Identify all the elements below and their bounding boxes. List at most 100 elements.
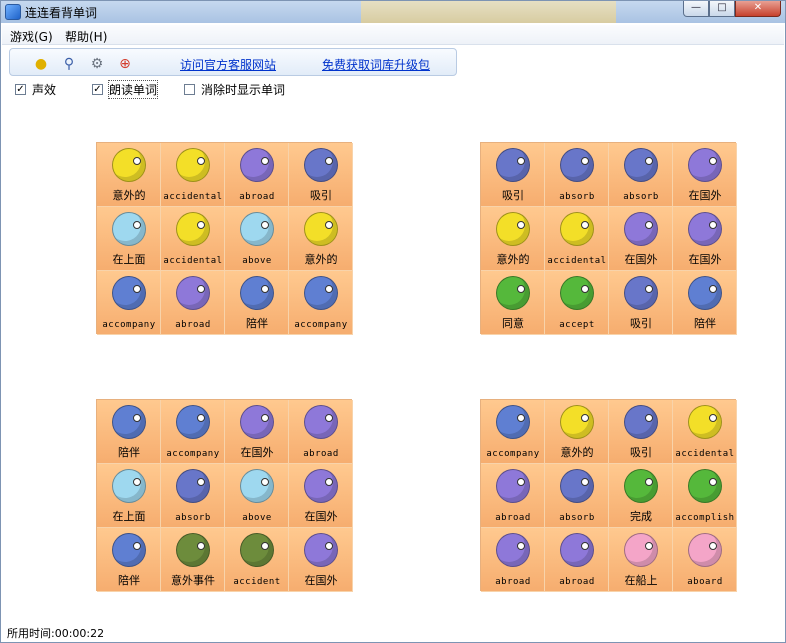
- read-words-checkbox[interactable]: ✓: [92, 83, 103, 95]
- whale-creature-icon: [624, 276, 658, 310]
- word-tile[interactable]: 在国外: [609, 207, 673, 271]
- bubble-creature-icon: [240, 469, 274, 503]
- word-tile[interactable]: absorb: [545, 143, 609, 207]
- word-tile[interactable]: accompany: [481, 400, 545, 464]
- game-board-top-left: 意外的 accidental abroad 吸引 在上面 accidental above 意…: [96, 142, 353, 335]
- official-support-site-link[interactable]: 访问官方客服网站: [180, 56, 276, 73]
- word-tile[interactable]: 在上面: [97, 207, 161, 271]
- word-tile[interactable]: 陪伴: [673, 271, 737, 335]
- word-tile[interactable]: absorb: [609, 143, 673, 207]
- word-tile[interactable]: 陪伴: [225, 271, 289, 335]
- search-icon[interactable]: ⚲: [60, 55, 78, 73]
- tile-word-label: 陪伴: [246, 317, 268, 330]
- blue-creature-icon: [112, 405, 146, 439]
- word-tile[interactable]: aboard: [673, 528, 737, 592]
- tile-word-label: 完成: [630, 510, 652, 523]
- settings-gear-icon[interactable]: ⚙: [88, 55, 106, 73]
- show-word-checkbox[interactable]: [184, 83, 195, 95]
- tile-word-label: 意外的: [304, 253, 338, 266]
- word-tile[interactable]: 在上面: [97, 464, 161, 528]
- word-tile[interactable]: 在国外: [673, 207, 737, 271]
- green-creature-icon: [624, 469, 658, 503]
- app-icon: [5, 4, 21, 20]
- yellow-creature-icon: [496, 212, 530, 246]
- word-tile[interactable]: accidental: [161, 143, 225, 207]
- option-show-word-on-clear[interactable]: 消除时显示单词: [184, 81, 285, 97]
- hint-bulb-icon[interactable]: ●: [32, 55, 50, 73]
- blue-creature-icon: [176, 405, 210, 439]
- word-tile[interactable]: 在国外: [289, 528, 353, 592]
- word-tile[interactable]: 在船上: [609, 528, 673, 592]
- tile-word-label: 意外的: [112, 189, 146, 202]
- word-tile[interactable]: abroad: [289, 400, 353, 464]
- green-creature-icon: [688, 469, 722, 503]
- word-tile[interactable]: 陪伴: [97, 400, 161, 464]
- word-tile[interactable]: absorb: [545, 464, 609, 528]
- tile-word-label: 在国外: [688, 253, 722, 266]
- word-tile[interactable]: abroad: [481, 464, 545, 528]
- word-tile[interactable]: 意外的: [481, 207, 545, 271]
- word-tile[interactable]: 在国外: [673, 143, 737, 207]
- word-tile[interactable]: 意外的: [97, 143, 161, 207]
- app-window: 连连看背单词 — □ ✕ 游戏(G) 帮助(H) ● ⚲ ⚙ ⊕ 访问官方客服网…: [0, 0, 786, 643]
- word-tile[interactable]: accidental: [161, 207, 225, 271]
- word-tile[interactable]: 意外的: [289, 207, 353, 271]
- tile-word-label: accompany: [294, 320, 348, 330]
- word-tile[interactable]: 吸引: [609, 271, 673, 335]
- word-tile[interactable]: accidental: [673, 400, 737, 464]
- green-creature-icon: [560, 276, 594, 310]
- game-board-bottom-right: accompany 意外的 吸引 accidental abroad absorb 完成 ac…: [480, 399, 737, 592]
- word-tile[interactable]: abroad: [481, 528, 545, 592]
- word-tile[interactable]: above: [225, 464, 289, 528]
- title-bar[interactable]: 连连看背单词 — □ ✕: [1, 1, 785, 23]
- word-tile[interactable]: 意外事件: [161, 528, 225, 592]
- yellow-creature-icon: [560, 405, 594, 439]
- green-creature-icon: [496, 276, 530, 310]
- maximize-button[interactable]: □: [709, 1, 735, 17]
- word-tile[interactable]: 吸引: [609, 400, 673, 464]
- tile-word-label: accompany: [486, 449, 540, 459]
- free-wordbank-upgrade-link[interactable]: 免费获取词库升级包: [322, 56, 430, 73]
- close-button[interactable]: ✕: [735, 1, 781, 17]
- yellow-creature-icon: [112, 148, 146, 182]
- tile-word-label: 在国外: [304, 510, 338, 523]
- word-tile[interactable]: absorb: [161, 464, 225, 528]
- word-tile[interactable]: accident: [225, 528, 289, 592]
- tile-word-label: accidental: [163, 192, 223, 202]
- word-tile[interactable]: accompany: [161, 400, 225, 464]
- option-sound[interactable]: ✓ 声效: [15, 81, 56, 97]
- tile-word-label: 在上面: [112, 253, 146, 266]
- word-tile[interactable]: 陪伴: [97, 528, 161, 592]
- minimize-button[interactable]: —: [683, 1, 709, 17]
- menu-help[interactable]: 帮助(H): [65, 28, 107, 45]
- help-lifebuoy-icon[interactable]: ⊕: [116, 55, 134, 73]
- word-tile[interactable]: accomplish: [673, 464, 737, 528]
- word-tile[interactable]: 意外的: [545, 400, 609, 464]
- word-tile[interactable]: accidental: [545, 207, 609, 271]
- word-tile[interactable]: accept: [545, 271, 609, 335]
- whale-creature-icon: [624, 405, 658, 439]
- word-tile[interactable]: 吸引: [481, 143, 545, 207]
- word-tile[interactable]: 吸引: [289, 143, 353, 207]
- sound-checkbox[interactable]: ✓: [15, 83, 26, 95]
- tile-word-label: 意外事件: [171, 574, 215, 587]
- purple-creature-icon: [496, 469, 530, 503]
- tile-word-label: accidental: [675, 449, 735, 459]
- word-tile[interactable]: 在国外: [289, 464, 353, 528]
- whale-creature-icon: [560, 148, 594, 182]
- word-tile[interactable]: 完成: [609, 464, 673, 528]
- word-tile[interactable]: accompany: [97, 271, 161, 335]
- word-tile[interactable]: 在国外: [225, 400, 289, 464]
- word-tile[interactable]: abroad: [545, 528, 609, 592]
- word-tile[interactable]: accompany: [289, 271, 353, 335]
- menu-game[interactable]: 游戏(G): [10, 28, 53, 45]
- word-tile[interactable]: abroad: [225, 143, 289, 207]
- pink-creature-icon: [624, 533, 658, 567]
- option-read-words[interactable]: ✓ 朗读单词: [92, 79, 159, 99]
- tile-word-label: accompany: [102, 320, 156, 330]
- word-tile[interactable]: abroad: [161, 271, 225, 335]
- status-bar: 所用时间:00:00:22: [7, 625, 104, 641]
- tile-word-label: absorb: [559, 192, 595, 202]
- word-tile[interactable]: above: [225, 207, 289, 271]
- word-tile[interactable]: 同意: [481, 271, 545, 335]
